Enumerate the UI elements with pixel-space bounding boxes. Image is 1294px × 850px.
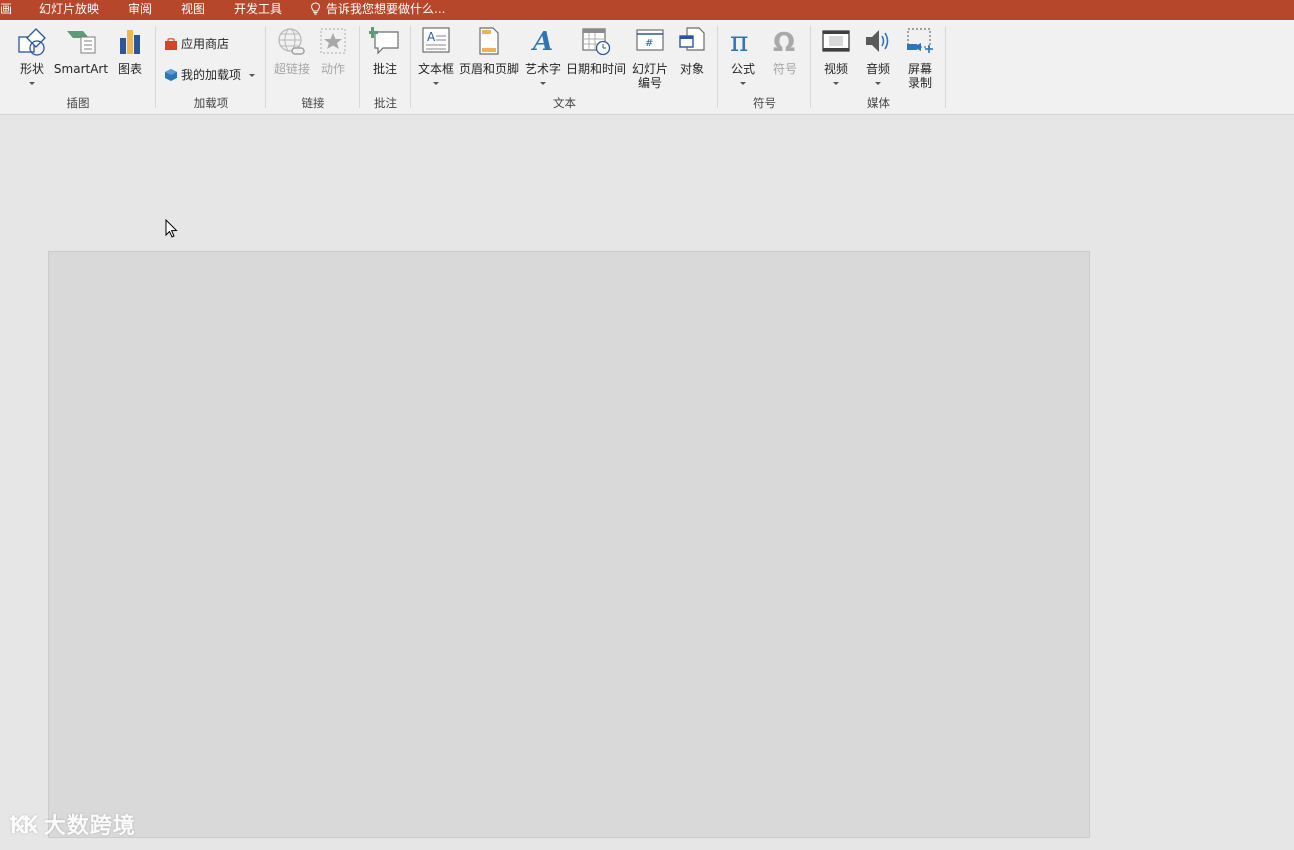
video-dropdown-caret	[833, 82, 839, 85]
object-label: 对象	[679, 62, 704, 76]
tab-animations[interactable]: 画	[0, 2, 12, 16]
group-label-addins: 加载项	[193, 96, 229, 110]
tab-developer[interactable]: 开发工具	[234, 2, 282, 16]
tell-me-box[interactable]: 告诉我您想要做什么...	[310, 2, 445, 16]
wordart-icon: A	[530, 27, 553, 56]
tab-slide-show[interactable]: 幻灯片放映	[39, 2, 99, 16]
header-footer-icon	[479, 27, 499, 55]
comment-icon	[369, 27, 399, 55]
group-label-comments: 批注	[374, 96, 397, 110]
wordart-dropdown-caret	[540, 82, 546, 85]
lightbulb-icon	[310, 2, 321, 15]
svg-text:π: π	[730, 26, 748, 56]
speaker-audio-icon	[866, 30, 889, 52]
object-icon	[679, 27, 705, 51]
calendar-clock-icon	[582, 28, 611, 56]
date-time-label: 日期和时间	[565, 62, 626, 76]
audio-dropdown-caret	[875, 82, 881, 85]
my-addins-button[interactable]: 我的加载项	[164, 66, 256, 83]
group-label-illustrations: 插图	[66, 96, 90, 110]
slide-number-icon: #	[636, 29, 664, 51]
my-addins-cube-icon	[165, 69, 177, 81]
store-bag-icon	[165, 38, 177, 50]
pi-equation-icon: π	[730, 26, 748, 56]
slide-canvas[interactable]	[48, 251, 1090, 838]
my-addins-dropdown-caret[interactable]	[249, 74, 256, 77]
group-media: 视频 音频 屏幕 录制 媒体	[811, 20, 946, 114]
tell-me-text: 告诉我您想要做什么...	[326, 2, 446, 16]
watermark-text: 大数跨境	[43, 814, 136, 839]
textbox-icon: A	[422, 27, 450, 53]
ribbon: 形状 SmartArt 图表 插图 应用商店 我的加载项 加载项 超链接 动作 …	[0, 20, 1294, 115]
screen-recording-label: 屏幕 录制	[907, 62, 932, 90]
equation-dropdown-caret	[740, 82, 746, 85]
film-video-icon	[822, 30, 850, 52]
shapes-icon	[18, 28, 46, 56]
my-addins-label: 我的加载项	[181, 68, 242, 82]
symbol-label: 符号	[772, 62, 797, 76]
tab-view[interactable]: 视图	[181, 2, 205, 16]
action-star-icon	[320, 28, 346, 54]
shapes-dropdown-caret	[29, 82, 35, 85]
group-symbols: π 公式 Ω 符号 符号	[718, 20, 811, 114]
watermark: ꝄꝄ 大数跨境	[10, 808, 136, 841]
globe-link-icon	[278, 28, 305, 55]
watermark-logo-icon: ꝄꝄ	[10, 811, 38, 839]
group-label-links: 链接	[301, 96, 325, 110]
group-separator	[945, 26, 946, 108]
ribbon-tab-bar: 画 幻灯片放映 审阅 视图 开发工具 告诉我您想要做什么...	[0, 0, 1294, 20]
bar-chart-icon	[120, 30, 140, 54]
action-label: 动作	[320, 62, 345, 76]
tab-review[interactable]: 审阅	[128, 2, 152, 16]
svg-text:Ω: Ω	[773, 28, 795, 56]
group-addins: 应用商店 我的加载项 加载项	[156, 20, 266, 114]
screen-recording-icon	[907, 28, 933, 53]
svg-text:A: A	[530, 27, 553, 56]
group-comments: 批注 批注	[360, 20, 411, 114]
store-label: 应用商店	[181, 37, 230, 51]
mouse-pointer-icon	[165, 219, 178, 238]
group-illustrations: 形状 SmartArt 图表 插图	[0, 20, 156, 114]
svg-text:#: #	[645, 38, 653, 49]
omega-symbol-icon: Ω	[773, 28, 795, 56]
group-label-symbols: 符号	[753, 96, 776, 110]
group-text: A 文本框 页眉和页脚 A 艺术字 日期和时间 # 幻灯片 编号 对象 文本	[411, 20, 718, 114]
chart-label: 图表	[117, 62, 142, 76]
group-label-media: 媒体	[867, 96, 890, 110]
textbox-dropdown-caret	[433, 82, 439, 85]
group-label-text: 文本	[553, 96, 576, 110]
svg-text:A: A	[427, 30, 436, 44]
smartart-icon	[67, 31, 96, 54]
store-button[interactable]: 应用商店	[164, 35, 229, 52]
group-links: 超链接 动作 链接	[266, 20, 360, 114]
